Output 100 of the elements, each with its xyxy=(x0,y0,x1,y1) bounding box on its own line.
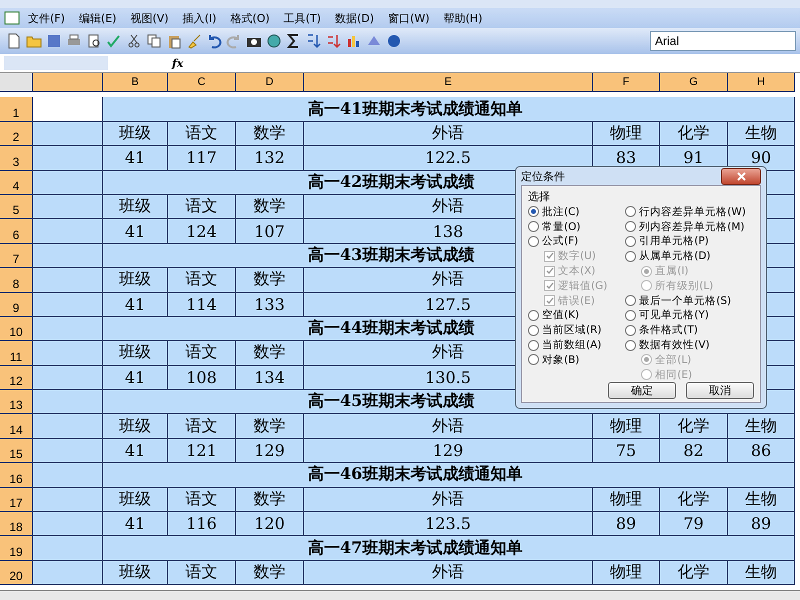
table-cell: 41 xyxy=(103,219,168,244)
table-cell: 语文 xyxy=(168,560,236,586)
ok-button[interactable]: 确定 xyxy=(608,382,676,399)
table-cell: 41 xyxy=(103,292,168,317)
row-header[interactable]: 1 xyxy=(0,97,33,122)
table-title: 高一47班期末考试成绩通知单 xyxy=(103,536,795,561)
radio-button[interactable] xyxy=(528,221,539,232)
cut-icon[interactable] xyxy=(126,33,142,49)
table-cell xyxy=(33,463,103,488)
globe-icon[interactable] xyxy=(266,33,282,49)
close-icon xyxy=(736,172,746,181)
column-header[interactable]: F xyxy=(593,73,660,92)
option-label: 所有级别(L) xyxy=(655,278,714,293)
sort-ascending-icon[interactable] xyxy=(306,33,322,49)
table-cell xyxy=(33,390,103,414)
radio-button[interactable] xyxy=(625,250,636,262)
bar-chart-icon[interactable] xyxy=(346,33,362,49)
menu-item[interactable]: 视图(V) xyxy=(124,10,175,26)
column-header[interactable]: G xyxy=(660,73,728,92)
table-cell: 数学 xyxy=(236,341,304,366)
row-header[interactable]: 5 xyxy=(0,194,33,220)
radio-button[interactable] xyxy=(528,354,539,366)
table-cell xyxy=(33,292,103,317)
table-cell: 外语 xyxy=(304,560,593,586)
table-cell xyxy=(33,560,103,586)
menu-item[interactable]: 插入(I) xyxy=(176,10,222,26)
save-icon[interactable] xyxy=(46,33,62,49)
row-header[interactable]: 9 xyxy=(0,292,33,317)
table-cell: 班级 xyxy=(103,122,168,146)
radio-button[interactable] xyxy=(528,324,539,336)
row-header[interactable]: 14 xyxy=(0,414,33,439)
row-header[interactable]: 17 xyxy=(0,488,33,512)
column-header[interactable]: C xyxy=(168,73,236,92)
function-label[interactable]: fx xyxy=(172,56,184,70)
table-cell: 物理 xyxy=(593,122,660,146)
table-cell: 生物 xyxy=(728,122,795,146)
spreadsheet-icon xyxy=(4,10,20,26)
paste-icon[interactable] xyxy=(166,33,182,49)
cancel-button[interactable]: 取消 xyxy=(686,382,754,399)
radio-button[interactable] xyxy=(625,324,636,336)
font-field[interactable]: Arial xyxy=(650,31,796,51)
column-header[interactable] xyxy=(33,73,103,92)
row-header[interactable]: 15 xyxy=(0,438,33,464)
close-button[interactable] xyxy=(721,168,761,185)
row-header[interactable]: 3 xyxy=(0,146,33,171)
menu-item[interactable]: 数据(D) xyxy=(328,10,380,26)
undo-icon[interactable] xyxy=(206,33,222,49)
table-cell: 121 xyxy=(168,438,236,464)
table-cell: 89 xyxy=(593,512,660,536)
radio-button[interactable] xyxy=(528,206,539,218)
table-cell: 化学 xyxy=(660,488,728,512)
row-header[interactable]: 16 xyxy=(0,463,33,488)
radio-button[interactable] xyxy=(528,340,539,350)
print-preview-icon[interactable] xyxy=(86,33,102,49)
row-header[interactable]: 20 xyxy=(0,560,33,586)
spelling-check-icon[interactable] xyxy=(106,33,122,49)
sort-descending-icon[interactable] xyxy=(326,33,342,49)
menu-item[interactable]: 工具(T) xyxy=(278,10,327,26)
radio-button[interactable] xyxy=(625,221,636,232)
row-header[interactable]: 13 xyxy=(0,390,33,414)
radio-button[interactable] xyxy=(528,310,539,321)
table-title: 高一41班期末考试成绩通知单 xyxy=(103,97,795,122)
table-cell xyxy=(33,488,103,512)
row-header[interactable]: 18 xyxy=(0,512,33,536)
menu-item[interactable]: 帮助(H) xyxy=(438,10,488,26)
row-header[interactable]: 10 xyxy=(0,316,33,342)
row-header[interactable]: 19 xyxy=(0,536,33,561)
copy-icon[interactable] xyxy=(146,33,162,49)
menu-item[interactable]: 编辑(E) xyxy=(72,10,122,26)
row-header[interactable]: 11 xyxy=(0,341,33,366)
table-cell: 数学 xyxy=(236,268,304,293)
radio-button[interactable] xyxy=(625,295,636,306)
radio-button[interactable] xyxy=(625,206,636,218)
option-label: 错误(E) xyxy=(558,294,595,308)
table-cell: 物理 xyxy=(593,560,660,586)
help-icon[interactable] xyxy=(386,33,402,49)
radio-button[interactable] xyxy=(625,310,636,321)
column-header[interactable]: B xyxy=(103,73,168,92)
menu-item[interactable]: 窗口(W) xyxy=(382,10,436,26)
radio-button[interactable] xyxy=(625,340,636,350)
table-cell: 班级 xyxy=(103,560,168,586)
menu-item[interactable]: 格式(O) xyxy=(224,10,276,26)
table-cell: 外语 xyxy=(304,122,593,146)
table-cell: 生物 xyxy=(728,414,795,439)
radio-button[interactable] xyxy=(625,236,636,247)
table-cell xyxy=(33,512,103,536)
row-header[interactable]: 6 xyxy=(0,219,33,244)
menu-item[interactable]: 文件(F) xyxy=(22,10,71,26)
new-document-icon[interactable] xyxy=(6,33,22,49)
table-cell: 外语 xyxy=(304,488,593,512)
row-header[interactable]: 2 xyxy=(0,122,33,146)
row-header[interactable]: 8 xyxy=(0,268,33,293)
select-all-corner[interactable] xyxy=(0,73,33,92)
row-header[interactable]: 12 xyxy=(0,366,33,390)
row-header[interactable]: 7 xyxy=(0,244,33,268)
radio-button[interactable] xyxy=(528,236,539,247)
row-header[interactable]: 4 xyxy=(0,170,33,195)
column-header[interactable]: E xyxy=(304,73,593,92)
column-header[interactable]: H xyxy=(728,73,795,92)
column-header[interactable]: D xyxy=(236,73,304,92)
